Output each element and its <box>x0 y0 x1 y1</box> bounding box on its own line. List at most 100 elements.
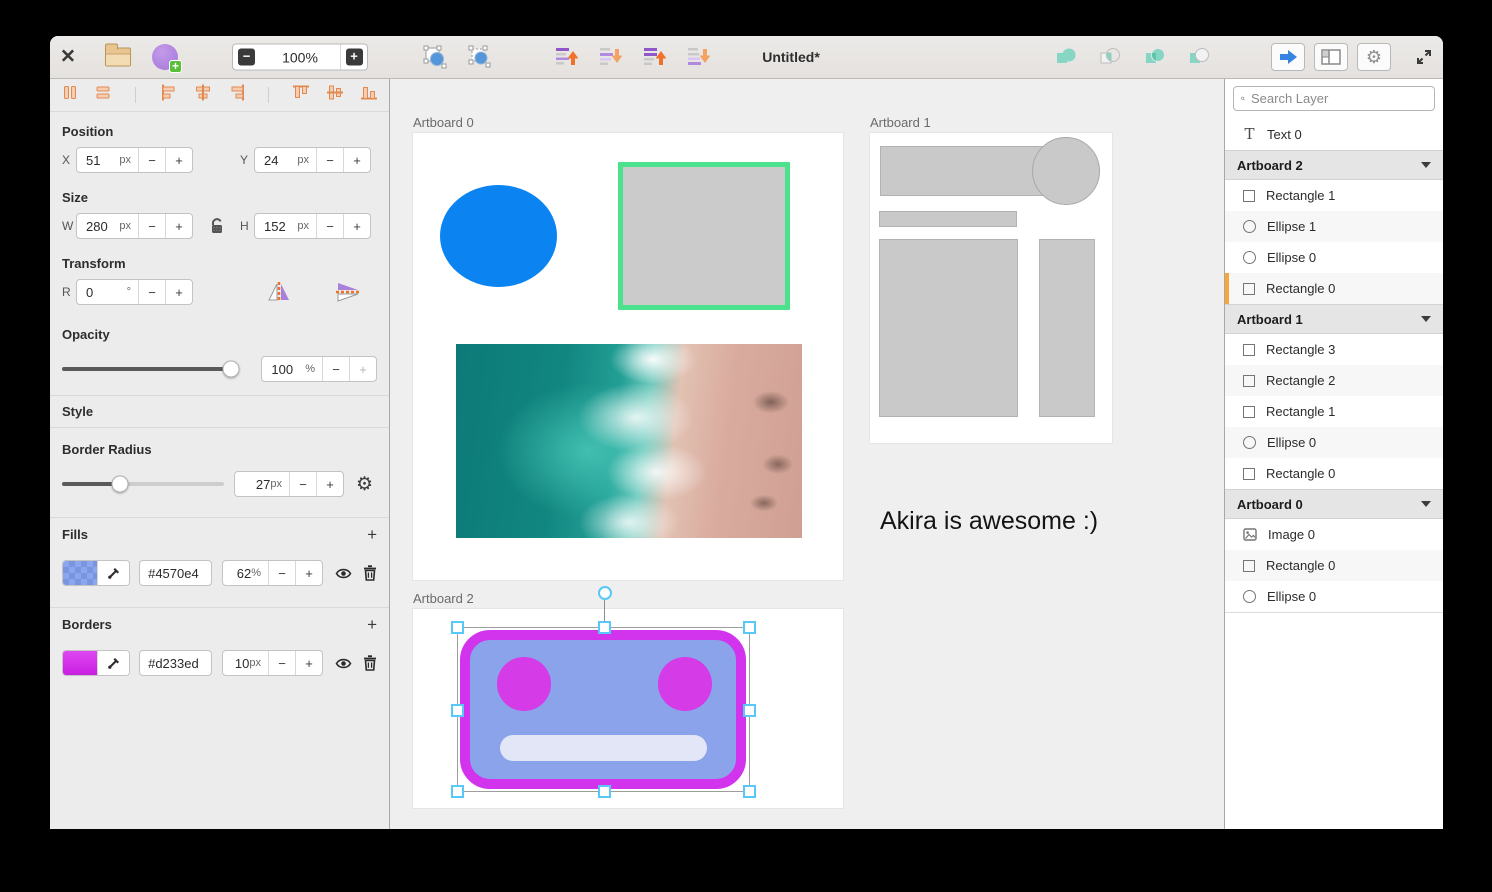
layer-group-artboard0[interactable]: Artboard 0 <box>1225 489 1443 519</box>
layer-row-text0[interactable]: T Text 0 <box>1225 119 1443 150</box>
selection-handle-se[interactable] <box>743 785 756 798</box>
y-decrement-button[interactable]: − <box>316 148 343 172</box>
flip-horizontal-button[interactable] <box>266 280 292 304</box>
opacity-slider-thumb[interactable] <box>222 361 239 378</box>
layer-row[interactable]: Rectangle 3 <box>1225 334 1443 365</box>
border-width-value[interactable]: 10 <box>223 656 249 671</box>
selection-handle-e[interactable] <box>743 704 756 717</box>
layer-row[interactable]: Ellipse 1 <box>1225 211 1443 242</box>
selection-handle-sw[interactable] <box>451 785 464 798</box>
zoom-level[interactable]: 100% <box>260 49 340 65</box>
exclusion-button[interactable] <box>1185 46 1213 68</box>
canvas-text[interactable]: Akira is awesome :) <box>880 507 1098 536</box>
height-increment-button[interactable]: + <box>343 214 370 238</box>
zoom-out-button[interactable]: − <box>233 45 260 70</box>
layer-row[interactable]: Rectangle 0 <box>1225 550 1443 581</box>
wireframe-thin-rectangle[interactable] <box>879 211 1017 227</box>
border-eyedropper-button[interactable] <box>97 651 129 675</box>
rotation-handle[interactable] <box>598 586 612 600</box>
settings-button[interactable]: ⚙ <box>1357 43 1391 71</box>
border-radius-options-button[interactable]: ⚙ <box>356 473 373 496</box>
canvas[interactable]: Artboard 0 Artboard 1 Akira is awesome :… <box>390 79 1224 829</box>
layer-row[interactable]: Ellipse 0 <box>1225 581 1443 612</box>
lower-to-bottom-button[interactable] <box>684 45 712 69</box>
flip-vertical-button[interactable] <box>335 280 361 304</box>
layer-row[interactable]: Rectangle 1 <box>1225 180 1443 211</box>
close-button[interactable]: ✕ <box>58 46 78 69</box>
panel-layout-button[interactable] <box>1314 43 1348 71</box>
border-radius-increment-button[interactable]: + <box>316 472 343 496</box>
align-top-icon[interactable] <box>291 83 311 108</box>
layer-row[interactable]: Rectangle 2 <box>1225 365 1443 396</box>
artboard2-label[interactable]: Artboard 2 <box>413 591 474 606</box>
border-delete-button[interactable] <box>363 655 377 671</box>
distribute-vertical-icon[interactable] <box>93 83 113 108</box>
fill-alpha-increment-button[interactable]: + <box>295 561 322 585</box>
x-decrement-button[interactable]: − <box>138 148 165 172</box>
layer-row[interactable]: Rectangle 0 <box>1225 458 1443 489</box>
add-border-button[interactable]: + <box>367 618 377 632</box>
fill-eyedropper-button[interactable] <box>97 561 129 585</box>
border-width-increment-button[interactable]: + <box>295 651 322 675</box>
artboard0-label[interactable]: Artboard 0 <box>413 115 474 130</box>
export-button[interactable] <box>1271 43 1305 71</box>
add-fill-button[interactable]: + <box>367 528 377 542</box>
selection-handle-n[interactable] <box>598 621 611 634</box>
border-radius-value[interactable]: 27 <box>235 477 270 492</box>
width-increment-button[interactable]: + <box>165 214 192 238</box>
border-radius-decrement-button[interactable]: − <box>289 472 316 496</box>
align-left-icon[interactable] <box>159 83 179 108</box>
border-visibility-button[interactable] <box>335 657 352 670</box>
align-middle-vertical-icon[interactable] <box>325 83 345 108</box>
layer-group-artboard1[interactable]: Artboard 1 <box>1225 304 1443 334</box>
fill-color-swatch[interactable] <box>63 561 97 585</box>
chevron-down-icon[interactable] <box>1421 162 1431 168</box>
rotation-decrement-button[interactable]: − <box>138 280 165 304</box>
x-value[interactable]: 51 <box>77 153 119 168</box>
wireframe-header-rectangle[interactable] <box>880 146 1056 196</box>
selection-handle-nw[interactable] <box>451 621 464 634</box>
wireframe-large-rectangle[interactable] <box>879 239 1018 417</box>
ungroup-button[interactable] <box>466 45 494 69</box>
border-color-swatch[interactable] <box>63 651 97 675</box>
layer-group-artboard2[interactable]: Artboard 2 <box>1225 150 1443 180</box>
fill-alpha-decrement-button[interactable]: − <box>268 561 295 585</box>
opacity-increment-button[interactable]: + <box>349 357 376 381</box>
y-value[interactable]: 24 <box>255 153 297 168</box>
border-radius-slider[interactable] <box>62 482 224 486</box>
align-center-horizontal-icon[interactable] <box>193 83 213 108</box>
open-file-button[interactable] <box>104 48 132 67</box>
selection-handle-s[interactable] <box>598 785 611 798</box>
raise-to-top-button[interactable] <box>552 45 580 69</box>
fill-alpha-value[interactable]: 62 <box>223 566 251 581</box>
lower-button[interactable] <box>596 45 624 69</box>
border-radius-slider-thumb[interactable] <box>112 476 129 493</box>
layer-row[interactable]: Image 0 <box>1225 519 1443 550</box>
selection-handle-ne[interactable] <box>743 621 756 634</box>
height-decrement-button[interactable]: − <box>316 214 343 238</box>
opacity-decrement-button[interactable]: − <box>322 357 349 381</box>
rotation-increment-button[interactable]: + <box>165 280 192 304</box>
border-hex-field[interactable]: #d233ed <box>139 650 212 676</box>
fill-visibility-button[interactable] <box>335 567 352 580</box>
new-document-button[interactable]: + <box>150 44 180 70</box>
width-value[interactable]: 280 <box>77 219 119 234</box>
opacity-value[interactable]: 100 <box>262 362 305 377</box>
opacity-slider[interactable] <box>62 367 239 371</box>
fill-delete-button[interactable] <box>363 565 377 581</box>
green-bordered-rectangle-shape[interactable] <box>618 162 790 310</box>
intersection-button[interactable] <box>1096 46 1124 68</box>
wireframe-circle[interactable] <box>1032 137 1100 205</box>
artboard2[interactable] <box>413 609 843 808</box>
beach-image[interactable] <box>456 344 802 538</box>
align-right-icon[interactable] <box>227 83 247 108</box>
artboard1-label[interactable]: Artboard 1 <box>870 115 931 130</box>
width-decrement-button[interactable]: − <box>138 214 165 238</box>
layer-row-selected[interactable]: Rectangle 0 <box>1225 273 1443 304</box>
blue-ellipse-shape[interactable] <box>440 185 557 287</box>
height-value[interactable]: 152 <box>255 219 297 234</box>
union-button[interactable] <box>1052 46 1080 68</box>
layer-search-box[interactable] <box>1233 86 1435 111</box>
align-bottom-icon[interactable] <box>359 83 379 108</box>
group-button[interactable] <box>421 45 449 69</box>
